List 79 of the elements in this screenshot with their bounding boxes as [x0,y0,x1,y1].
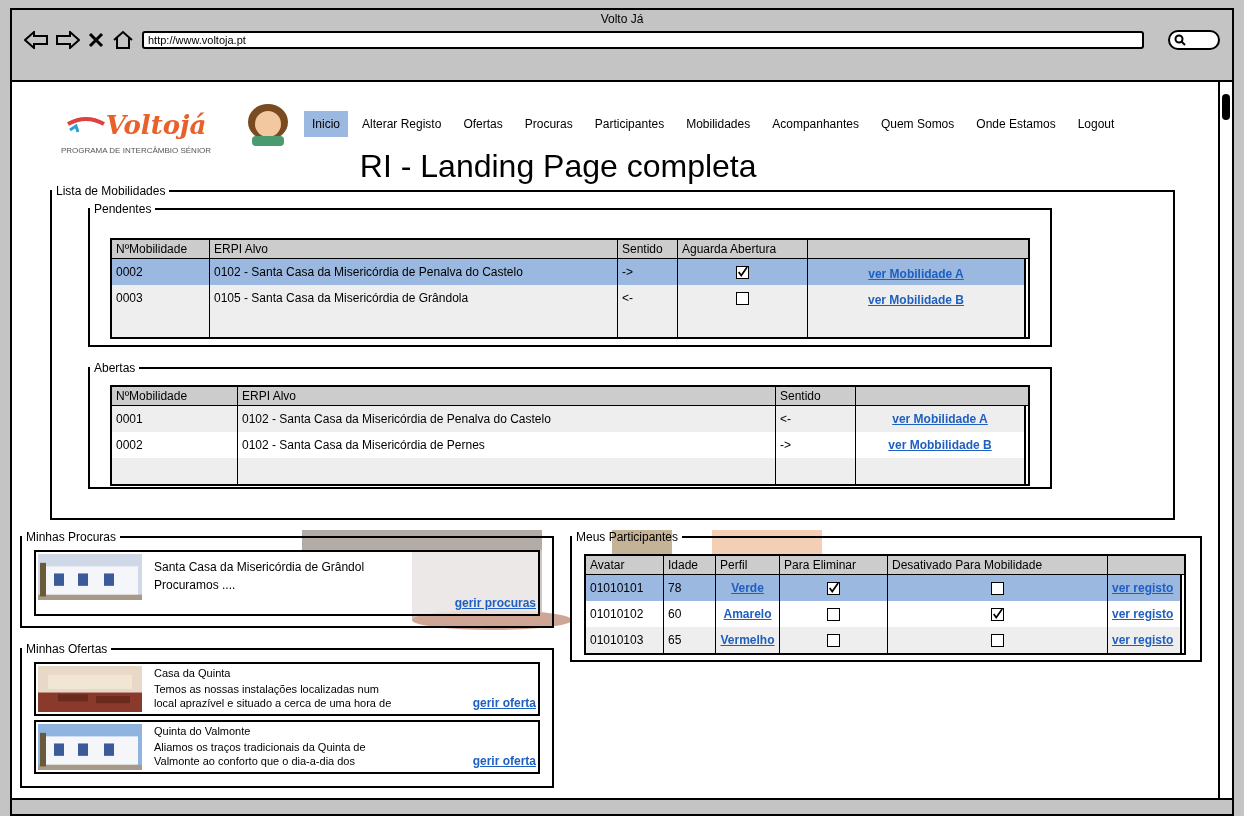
logo-tagline: PROGRAMA DE INTERCÂMBIO SÉNIOR [60,145,212,157]
nav-tab[interactable]: Inicio [304,111,348,137]
column-header: NºMobilidade [112,387,238,405]
table-row[interactable]: 0003 0105 - Santa Casa da Misericórdia de Grândola <- ver Mobilidade B [112,285,1024,311]
column-header: Perfil [716,556,780,574]
nav-tab[interactable]: Logout [1069,111,1123,137]
column-header: NºMobilidade [112,240,210,258]
nav-tab[interactable]: Participantes [586,111,673,137]
column-header: Sentido [618,240,678,258]
home-icon[interactable] [112,30,134,50]
link[interactable]: gerir procuras [454,596,536,610]
checked-checkbox[interactable] [736,265,749,279]
column-header: Avatar [586,556,664,574]
nav-tab[interactable]: Mobilidades [678,111,759,137]
column-header: ERPI Alvo [210,240,618,258]
table-row[interactable]: 01010101 78 Verde ver registo [586,575,1180,601]
search-field[interactable] [1168,30,1220,50]
column-header: Desativado Para Mobilidade [888,556,1108,574]
back-icon[interactable] [24,31,48,49]
card-text: Temos as nossas instalações localizadas num [154,682,380,696]
checkbox[interactable] [736,291,749,305]
nav-tab[interactable]: Onde Estamos [968,111,1064,137]
table-row[interactable]: 0002 0102 - Santa Casa da Misericórdia de Penalva do Castelo -> ver Mobilidade A [112,259,1024,285]
group-title: Abertas [93,360,137,377]
link[interactable]: ver Mobilidade A [892,410,988,428]
checkbox[interactable] [827,633,840,647]
group-title: Minhas Ofertas [25,641,109,658]
group-title: Lista de Mobilidades [55,183,167,200]
logo: Voltojá [105,109,207,142]
checkbox[interactable] [991,581,1004,595]
window-title: Volto Já [599,11,645,28]
card-title: Santa Casa da Misericórdia de Grândol [154,559,366,576]
link[interactable]: ver Mobilidade B [868,291,964,309]
close-icon[interactable] [88,32,104,48]
column-header: Para Eliminar [780,556,888,574]
column-header: Idade [664,556,716,574]
offer-card[interactable]: Casa da Quinta Temos as nossas instalações localizadas num local aprazível e situado a cerca de uma hora de gerir oferta [34,662,540,716]
offer-card[interactable]: Quinta do Valmonte Aliamos os traços tradicionais da Quinta de Valmonte ao conforto que o dia-a-dia dos gerir oferta [34,720,540,774]
result-card[interactable]: Santa Casa da Misericórdia de Grândol Procuramos .... gerir procuras [34,550,540,616]
nav-tab[interactable]: Acompanhantes [764,111,867,137]
link[interactable]: ver registo [1112,605,1174,623]
table-row[interactable]: 0001 0102 - Santa Casa da Misericórdia de Penalva do Castelo <- ver Mobilidade A [112,406,1024,432]
address-field[interactable]: http://www.voltoja.pt [142,31,1144,49]
scrollbar[interactable] [1024,259,1028,337]
checkbox[interactable] [991,633,1004,647]
group-title: Minhas Procuras [25,529,118,546]
link[interactable]: Amarelo [723,605,772,623]
nav-tab[interactable]: Quem Somos [872,111,963,137]
link[interactable]: ver registo [1112,631,1174,649]
search-icon [1174,34,1186,46]
column-header: ERPI Alvo [238,387,776,405]
forward-icon[interactable] [56,31,80,49]
card-title: Casa da Quinta [154,666,232,680]
card-text: Valmonte ao conforto que o dia-a-dia dos [154,754,356,768]
checked-checkbox[interactable] [827,581,840,595]
card-text: Aliamos os traços tradicionais da Quinta de [154,740,366,754]
group-title: Pendentes [93,201,153,218]
table-row[interactable]: 01010103 65 Vermelho ver registo [586,627,1180,653]
nav-tab[interactable]: Ofertas [455,111,511,137]
checked-checkbox[interactable] [991,607,1004,621]
link[interactable]: gerir oferta [472,754,536,768]
nav-tab[interactable]: Procuras [516,111,581,137]
link[interactable]: ver Mobbilidade B [888,436,992,454]
link[interactable]: Vermelho [720,631,775,649]
card-text: Procuramos .... [154,577,237,594]
table-cell: 65 [664,627,716,653]
column-header: Sentido [776,387,856,405]
scrollbar[interactable] [1218,82,1232,798]
table-cell: 01010103 [586,627,664,653]
card-title: Quinta do Valmonte [154,724,252,738]
nav-tab[interactable]: Alterar Registo [354,111,450,137]
link[interactable]: gerir oferta [472,696,536,710]
scrollbar[interactable] [1024,406,1028,484]
card-text: local aprazível e situado a cerca de uma hora de [154,696,392,710]
page-title: RI - Landing Page completa [359,147,757,186]
checkbox[interactable] [827,607,840,621]
column-header: Aguarda Abertura [678,240,808,258]
scrollbar[interactable] [1180,575,1184,653]
group-title: Meus Participantes [575,529,680,546]
